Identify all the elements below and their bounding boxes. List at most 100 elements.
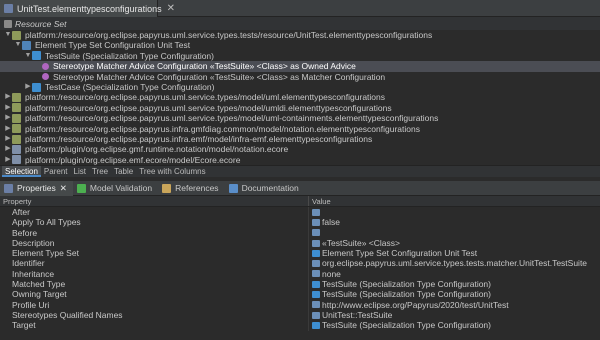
- tab-parent[interactable]: Parent: [41, 166, 71, 177]
- value-icon: [312, 270, 320, 278]
- value-icon: [312, 208, 320, 216]
- property-name: Inheritance: [0, 268, 309, 280]
- property-name: Identifier: [0, 258, 309, 269]
- property-value-cell[interactable]: none: [309, 269, 341, 279]
- resource-file-icon: [12, 124, 21, 134]
- tab-tree-with-columns[interactable]: Tree with Columns: [136, 166, 208, 177]
- reference-icon: [312, 249, 320, 257]
- tree-item[interactable]: ▶ platform:/resource/org.eclipse.papyrus.…: [0, 124, 600, 134]
- advice-icon: [42, 62, 49, 70]
- documentation-icon: [228, 183, 238, 193]
- tree-item[interactable]: ▼ Element Type Set Configuration Unit Tes…: [0, 40, 600, 50]
- collapsed-twisty-icon[interactable]: ▶: [4, 124, 12, 134]
- property-value-cell[interactable]: «TestSuite» <Class>: [309, 238, 400, 248]
- property-value-cell[interactable]: false: [309, 217, 340, 227]
- expanded-twisty-icon[interactable]: ▼: [24, 51, 32, 61]
- resource-tree: ▼ platform:/resource/org.eclipse.papyrus.…: [0, 30, 600, 165]
- tab-list[interactable]: List: [71, 166, 89, 177]
- tree-item-label: platform:/resource/org.eclipse.papyrus.u…: [25, 113, 439, 124]
- property-value-cell[interactable]: TestSuite (Specialization Type Configura…: [309, 279, 491, 289]
- value-icon: [312, 301, 320, 309]
- property-value-cell[interactable]: [309, 228, 322, 238]
- value-icon: [312, 239, 320, 247]
- tree-item[interactable]: ▶ platform:/plugin/org.eclipse.gmf.runtim…: [0, 144, 600, 154]
- tab-references[interactable]: References: [158, 181, 224, 196]
- view-tabs: Selection Parent List Tree Table Tree with Co…: [0, 165, 600, 177]
- property-value-cell[interactable]: TestSuite (Specialization Type Configura…: [309, 289, 491, 299]
- tab-tree[interactable]: Tree: [89, 166, 111, 177]
- reference-icon: [312, 280, 320, 288]
- tree-item-label: platform:/plugin/org.eclipse.emf.ecore/m…: [25, 154, 241, 165]
- property-row[interactable]: Identifier org.eclipse.papyrus.uml.servic…: [0, 258, 600, 269]
- expanded-twisty-icon[interactable]: ▼: [14, 40, 22, 50]
- property-value-cell[interactable]: http://www.eclipse.org/Papyrus/2020/test…: [309, 300, 509, 310]
- close-icon[interactable]: ✕: [60, 183, 67, 194]
- tree-item[interactable]: Stereotype Matcher Advice Configuration …: [0, 61, 600, 72]
- property-row[interactable]: Target TestSuite (Specialization Type Con…: [0, 320, 600, 331]
- collapsed-twisty-icon[interactable]: ▶: [4, 144, 12, 154]
- tree-item[interactable]: Stereotype Matcher Advice Configuration …: [0, 72, 600, 82]
- tree-item-label: platform:/resource/org.eclipse.papyrus.u…: [25, 30, 433, 40]
- plugin-file-icon: [12, 144, 21, 154]
- resource-file-icon: [12, 113, 21, 123]
- column-value[interactable]: Value: [309, 196, 331, 206]
- property-name: Description: [0, 237, 309, 249]
- collapsed-twisty-icon[interactable]: ▶: [4, 92, 12, 102]
- property-value-cell[interactable]: UnitTest::TestSuite: [309, 310, 392, 320]
- tab-model-validation[interactable]: Model Validation: [73, 181, 158, 196]
- property-value-cell[interactable]: TestSuite (Specialization Type Configura…: [309, 320, 491, 330]
- properties-column-header: Property Value: [0, 196, 600, 207]
- property-row[interactable]: Profile Uri http://www.eclipse.org/Papyru…: [0, 299, 600, 310]
- resource-file-icon: [12, 30, 21, 40]
- collapsed-twisty-icon[interactable]: ▶: [4, 134, 12, 144]
- tab-selection[interactable]: Selection: [2, 166, 41, 177]
- property-value-cell[interactable]: org.eclipse.papyrus.uml.service.types.te…: [309, 258, 587, 268]
- properties-table: After Apply To All Types false Before Descri…: [0, 207, 600, 340]
- collapsed-twisty-icon[interactable]: ▶: [4, 155, 12, 165]
- property-value-cell[interactable]: Element Type Set Configuration Unit Test: [309, 248, 477, 258]
- property-row[interactable]: Description «TestSuite» <Class>: [0, 237, 600, 249]
- file-icon: [4, 4, 13, 13]
- tree-item[interactable]: ▶ platform:/resource/org.eclipse.papyrus.…: [0, 92, 600, 102]
- tree-item[interactable]: ▼ platform:/resource/org.eclipse.papyrus.…: [0, 30, 600, 40]
- property-value: http://www.eclipse.org/Papyrus/2020/test…: [322, 299, 509, 310]
- property-row[interactable]: Inheritance none: [0, 268, 600, 280]
- property-value: org.eclipse.papyrus.uml.service.types.te…: [322, 258, 588, 269]
- tree-item-label: Stereotype Matcher Advice Configuration …: [53, 61, 356, 72]
- expanded-twisty-icon[interactable]: ▼: [4, 30, 12, 40]
- tab-documentation[interactable]: Documentation: [225, 181, 305, 196]
- references-icon: [162, 183, 172, 193]
- property-value-cell[interactable]: [309, 207, 322, 217]
- tree-item[interactable]: ▶ platform:/resource/org.eclipse.papyrus.…: [0, 103, 600, 113]
- property-row[interactable]: Matched Type TestSuite (Specialization Ty…: [0, 279, 600, 290]
- collapsed-twisty-icon[interactable]: ▶: [24, 82, 32, 92]
- tab-table[interactable]: Table: [111, 166, 136, 177]
- property-row[interactable]: Before: [0, 227, 600, 238]
- tree-item[interactable]: ▶ platform:/resource/org.eclipse.papyrus.…: [0, 134, 600, 144]
- tree-item-label: platform:/resource/org.eclipse.papyrus.u…: [25, 102, 392, 113]
- prop-tab-label: Model Validation: [89, 183, 153, 193]
- tree-item[interactable]: ▼ TestSuite (Specialization Type Configur…: [0, 51, 600, 61]
- property-row[interactable]: Apply To All Types false: [0, 217, 600, 228]
- property-row[interactable]: Stereotypes Qualified Names UnitTest::Tes…: [0, 309, 600, 321]
- property-row[interactable]: After: [0, 207, 600, 218]
- property-name: Owning Target: [0, 289, 309, 300]
- tree-item[interactable]: ▶ TestCase (Specialization Type Configura…: [0, 82, 600, 92]
- property-value: TestSuite (Specialization Type Configura…: [322, 279, 491, 290]
- property-value: UnitTest::TestSuite: [322, 309, 393, 320]
- reference-icon: [312, 321, 320, 329]
- collapsed-twisty-icon[interactable]: ▶: [4, 103, 12, 113]
- property-name: After: [0, 207, 309, 218]
- property-value: Element Type Set Configuration Unit Test: [322, 248, 478, 259]
- collapsed-twisty-icon[interactable]: ▶: [4, 113, 12, 123]
- tree-item[interactable]: ▶ platform:/plugin/org.eclipse.emf.ecore/…: [0, 155, 600, 165]
- tab-properties[interactable]: Properties ✕: [0, 180, 73, 196]
- property-row[interactable]: Owning Target TestSuite (Specialization T…: [0, 289, 600, 300]
- tree-item-label: platform:/resource/org.eclipse.papyrus.i…: [25, 123, 420, 134]
- column-property[interactable]: Property: [0, 196, 309, 206]
- tree-item[interactable]: ▶ platform:/resource/org.eclipse.papyrus.…: [0, 113, 600, 123]
- property-row[interactable]: Element Type Set Element Type Set Configu…: [0, 248, 600, 259]
- property-name: Target: [0, 320, 309, 331]
- editor-tab[interactable]: UnitTest.elementtypesconfigurations ✕: [0, 0, 175, 17]
- close-icon[interactable]: ✕: [167, 3, 175, 14]
